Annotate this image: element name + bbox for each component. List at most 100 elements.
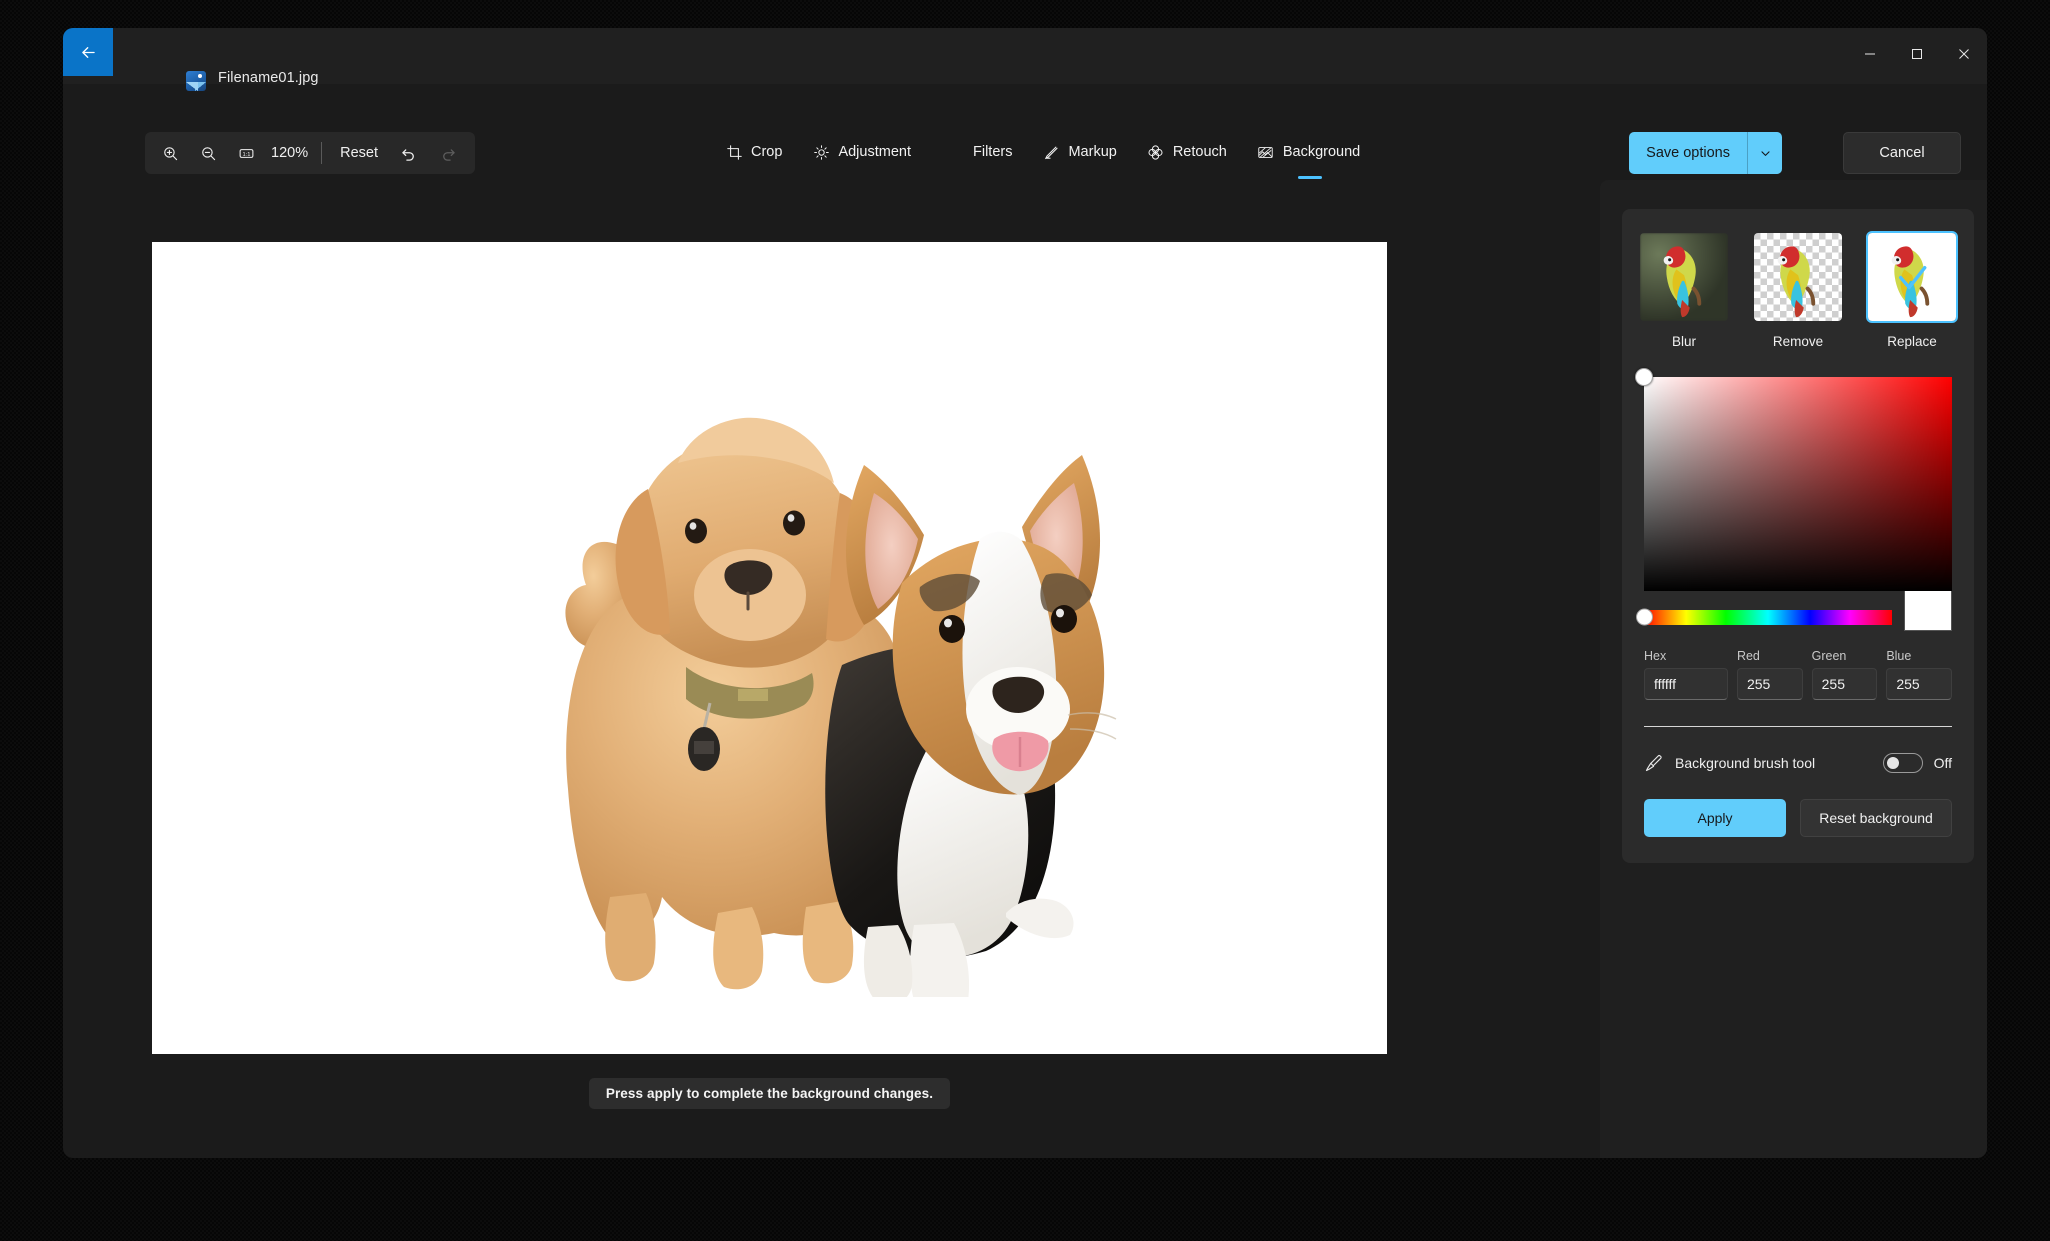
zoom-out-button[interactable] <box>189 134 227 172</box>
zoom-controls: 1:1 120% Reset <box>145 132 475 174</box>
background-mode-label: Replace <box>1887 334 1937 349</box>
background-mode-label: Remove <box>1772 334 1824 349</box>
green-label: Green <box>1811 649 1847 663</box>
image-canvas[interactable] <box>152 242 1387 1054</box>
toolbar-divider <box>321 142 323 164</box>
tab-adjustment[interactable]: Adjustment <box>800 134 925 170</box>
blue-field-group: Blue <box>1886 649 1952 700</box>
tab-label: Filters <box>972 144 1013 160</box>
panel-divider <box>1644 726 1952 727</box>
minimize-icon <box>1864 53 1875 55</box>
editor-tab-bar: Crop Adjustment Filters Markup Retouch B… <box>713 134 1374 179</box>
crop-icon <box>725 143 743 161</box>
green-input[interactable] <box>1811 668 1878 700</box>
redo-icon <box>443 148 456 161</box>
back-arrow-icon <box>81 46 95 58</box>
tab-label: Adjustment <box>838 144 911 160</box>
zoom-in-button[interactable] <box>151 134 189 172</box>
back-button[interactable] <box>63 28 113 76</box>
hex-field-group: Hex <box>1644 649 1728 700</box>
maximize-button[interactable] <box>1893 28 1940 80</box>
minimize-button[interactable] <box>1846 28 1893 80</box>
close-button[interactable] <box>1940 28 1987 80</box>
tab-label: Markup <box>1068 144 1117 160</box>
svg-text:1:1: 1:1 <box>242 152 250 158</box>
tab-crop[interactable]: Crop <box>713 134 796 170</box>
parrot-illustration <box>1777 246 1816 318</box>
canvas-area: Press apply to complete the background c… <box>63 180 1600 1158</box>
hue-row <box>1636 589 1952 631</box>
zoom-reset-button[interactable]: Reset <box>329 137 389 169</box>
remove-thumbnail <box>1752 231 1844 323</box>
save-options-label: Save options <box>1646 145 1730 161</box>
window-controls <box>1846 28 1987 80</box>
background-brush-toggle[interactable] <box>1882 753 1923 773</box>
apply-button[interactable]: Apply <box>1644 799 1787 837</box>
save-options-dropdown[interactable] <box>1748 132 1782 174</box>
color-value-fields: Hex Red Green Blue <box>1644 649 1952 700</box>
corgi-puppy <box>825 455 1117 997</box>
red-field-group: Red <box>1736 649 1803 700</box>
actual-size-button[interactable]: 1:1 <box>227 134 265 172</box>
hue-slider[interactable] <box>1636 608 1892 626</box>
save-options-button[interactable]: Save options <box>1629 132 1782 174</box>
reset-background-button[interactable]: Reset background <box>1800 799 1952 837</box>
red-input[interactable] <box>1736 668 1803 700</box>
selected-check-icon <box>1898 265 1927 289</box>
saturation-value-box[interactable] <box>1644 377 1952 591</box>
background-panel: Blur Remove Replace Hex ffffff Red 255 G… <box>1600 180 1987 1158</box>
undo-button[interactable] <box>389 134 429 172</box>
zoom-out-icon <box>201 146 215 160</box>
hue-slider-handle[interactable] <box>1636 608 1653 626</box>
status-message: Press apply to complete the background c… <box>588 1078 951 1109</box>
tab-filters[interactable]: Filters <box>961 135 1026 169</box>
background-mode-replace[interactable]: Replace <box>1866 231 1958 349</box>
retouch-icon <box>1147 143 1165 161</box>
one-to-one-icon: 1:1 <box>239 148 253 158</box>
hex-label: Hex <box>1644 649 1667 663</box>
tab-markup[interactable]: Markup <box>1030 134 1130 170</box>
parrot-illustration <box>1663 246 1702 318</box>
close-icon <box>1958 49 1969 59</box>
background-mode-remove[interactable]: Remove <box>1752 231 1844 349</box>
background-icon <box>1257 143 1275 161</box>
toggle-knob <box>1886 757 1899 769</box>
status-toast: Press apply to complete the background c… <box>152 1078 1387 1109</box>
panel-action-buttons: Apply Reset background <box>1644 799 1952 837</box>
redo-button[interactable] <box>429 134 469 172</box>
title-bar: Filename01.jpg <box>63 28 1987 91</box>
blur-thumbnail <box>1638 231 1730 323</box>
hex-input[interactable] <box>1644 668 1728 700</box>
blue-label: Blue <box>1886 649 1912 663</box>
replace-thumbnail <box>1866 231 1958 323</box>
edited-photo <box>565 417 1117 997</box>
paintbrush-icon <box>1645 755 1662 772</box>
tab-label: Background <box>1282 144 1361 160</box>
tab-retouch[interactable]: Retouch <box>1135 134 1241 170</box>
color-picker <box>1635 368 1952 591</box>
undo-icon <box>402 148 415 161</box>
maximize-icon <box>1911 49 1922 59</box>
chevron-down-icon <box>1760 150 1770 156</box>
tab-background[interactable]: Background <box>1245 134 1374 179</box>
selected-color-swatch <box>1904 589 1952 631</box>
zoom-in-icon <box>163 146 177 160</box>
active-tab-underline <box>1297 176 1322 179</box>
background-brush-label: Background brush tool <box>1675 755 1816 771</box>
photos-editor-window: Filename01.jpg 1:1 120% Reset Crop Adjus… <box>63 28 1987 1158</box>
cancel-button[interactable]: Cancel <box>1843 132 1961 174</box>
background-mode-list: Blur Remove Replace <box>1640 231 1958 349</box>
tab-label: Retouch <box>1172 144 1227 160</box>
blue-input[interactable] <box>1886 668 1952 700</box>
tab-label: Crop <box>751 144 783 160</box>
zoom-level-label: 120% <box>271 145 309 161</box>
saturation-value-handle[interactable] <box>1635 368 1653 386</box>
editor-toolbar: 1:1 120% Reset Crop Adjustment Filters M… <box>63 84 1987 180</box>
green-field-group: Green <box>1811 649 1878 700</box>
brightness-icon <box>812 143 830 161</box>
background-panel-card: Blur Remove Replace Hex ffffff Red 255 G… <box>1622 209 1974 863</box>
background-brush-state: Off <box>1933 755 1952 771</box>
background-mode-label: Blur <box>1671 334 1696 349</box>
desktop-background: Filename01.jpg 1:1 120% Reset Crop Adjus… <box>0 0 2050 1241</box>
background-mode-blur[interactable]: Blur <box>1638 231 1730 349</box>
